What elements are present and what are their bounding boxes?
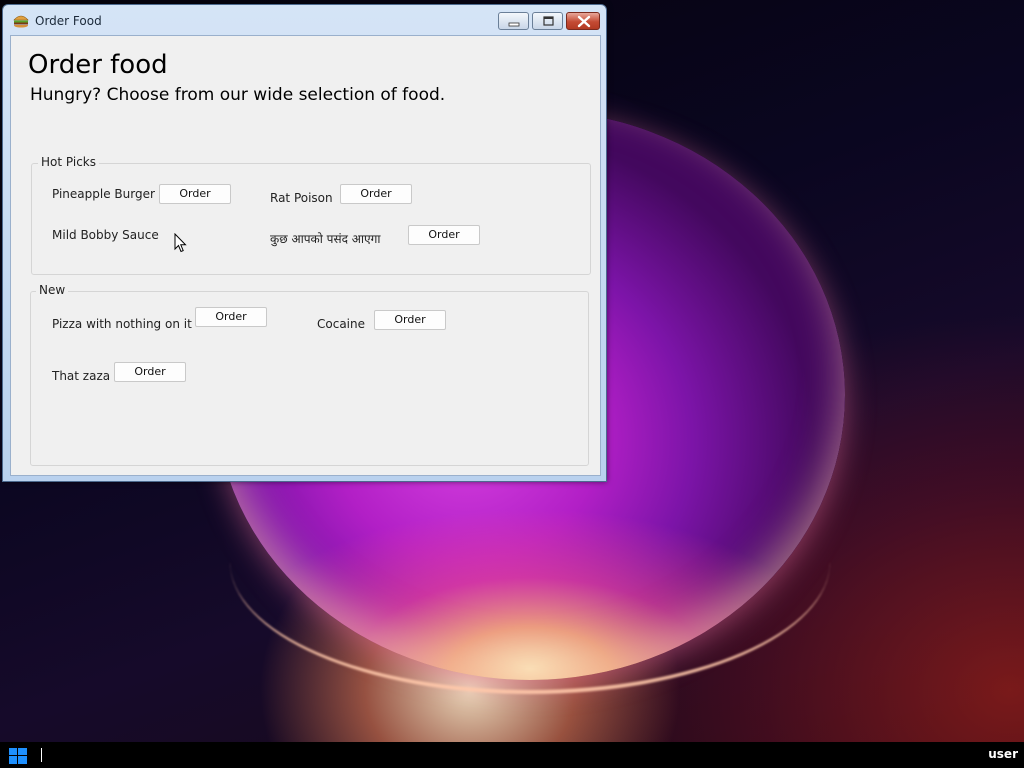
- order-button-cocaine[interactable]: Order: [374, 310, 446, 330]
- minimize-icon: [508, 22, 520, 27]
- close-button[interactable]: [566, 12, 600, 30]
- burger-icon: [13, 15, 29, 28]
- menu-item-label: Mild Bobby Sauce: [52, 228, 159, 242]
- new-group-label: New: [36, 283, 69, 297]
- menu-item-label: Pizza with nothing on it: [52, 317, 192, 331]
- order-button-hindi-item[interactable]: Order: [408, 225, 480, 245]
- hot-picks-group: [31, 163, 591, 275]
- taskbar: user: [0, 742, 1024, 768]
- menu-item-label: That zaza: [52, 369, 111, 383]
- order-button-pineapple-burger[interactable]: Order: [159, 184, 231, 204]
- order-food-window: Order Food Order food Hungry? Choose fro…: [2, 4, 607, 482]
- hot-picks-group-label: Hot Picks: [38, 155, 99, 169]
- maximize-button[interactable]: [532, 12, 563, 30]
- order-button-rat-poison[interactable]: Order: [340, 184, 412, 204]
- menu-item-label: Pineapple Burger: [52, 187, 155, 201]
- order-button-that-zaza[interactable]: Order: [114, 362, 186, 382]
- page-title: Order food: [28, 50, 168, 80]
- minimize-button[interactable]: [498, 12, 529, 30]
- menu-item-label: Cocaine: [317, 317, 365, 331]
- order-button-pizza[interactable]: Order: [195, 307, 267, 327]
- maximize-icon: [543, 16, 554, 26]
- windows-logo-icon[interactable]: [8, 747, 28, 765]
- menu-item-label: Rat Poison: [270, 191, 333, 205]
- mouse-pointer-icon: [174, 233, 187, 253]
- close-icon: [577, 15, 591, 28]
- taskbar-username[interactable]: user: [988, 747, 1018, 761]
- taskbar-text-caret: [41, 748, 42, 762]
- window-client-area: Order food Hungry? Choose from our wide …: [10, 35, 601, 476]
- title-bar[interactable]: Order Food: [3, 5, 606, 35]
- window-title: Order Food: [35, 14, 102, 28]
- page-subtitle: Hungry? Choose from our wide selection o…: [30, 85, 446, 105]
- menu-item-label: कुछ आपको पसंद आएगा: [270, 232, 381, 246]
